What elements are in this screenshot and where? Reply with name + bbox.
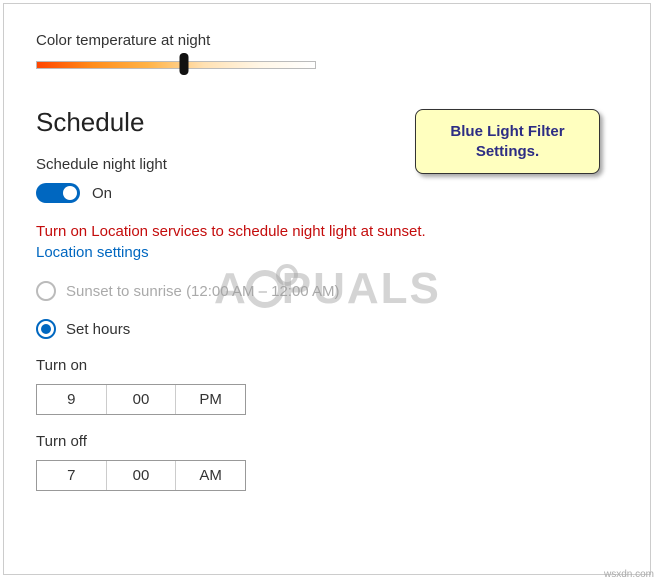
slider-thumb[interactable] (180, 53, 189, 75)
location-warning: Turn on Location services to schedule ni… (36, 223, 618, 240)
turn-off-minute[interactable]: 00 (107, 461, 177, 490)
turn-off-group: Turn off 7 00 AM (36, 433, 618, 491)
turn-on-picker[interactable]: 9 00 PM (36, 384, 246, 415)
turn-off-picker[interactable]: 7 00 AM (36, 460, 246, 491)
radio-sunset-label: Sunset to sunrise (12:00 AM – 12:00 AM) (66, 283, 340, 300)
schedule-toggle-row: On (36, 183, 618, 203)
color-temp-slider[interactable] (36, 59, 316, 71)
radio-sunset-row[interactable]: Sunset to sunrise (12:00 AM – 12:00 AM) (36, 281, 618, 301)
radio-dot-icon (41, 324, 51, 334)
callout-line2: Settings. (476, 143, 539, 160)
radio-sethours-row[interactable]: Set hours (36, 319, 618, 339)
turn-on-group: Turn on 9 00 PM (36, 357, 618, 415)
turn-on-ampm[interactable]: PM (176, 385, 245, 414)
settings-panel: Color temperature at night Schedule Sche… (3, 3, 651, 575)
color-temp-label: Color temperature at night (36, 32, 618, 49)
toggle-state-text: On (92, 185, 112, 202)
radio-sethours[interactable] (36, 319, 56, 339)
radio-sethours-label: Set hours (66, 321, 130, 338)
turn-off-label: Turn off (36, 433, 618, 450)
turn-on-hour[interactable]: 9 (37, 385, 107, 414)
location-settings-link[interactable]: Location settings (36, 244, 149, 261)
turn-on-minute[interactable]: 00 (107, 385, 177, 414)
annotation-callout: Blue Light Filter Settings. (415, 109, 600, 174)
toggle-knob (63, 186, 77, 200)
schedule-toggle[interactable] (36, 183, 80, 203)
turn-off-hour[interactable]: 7 (37, 461, 107, 490)
turn-off-ampm[interactable]: AM (176, 461, 245, 490)
radio-sunset[interactable] (36, 281, 56, 301)
turn-on-label: Turn on (36, 357, 618, 374)
slider-track (36, 61, 316, 69)
source-note: wsxdn.com (604, 569, 654, 580)
callout-line1: Blue Light Filter (450, 123, 564, 140)
